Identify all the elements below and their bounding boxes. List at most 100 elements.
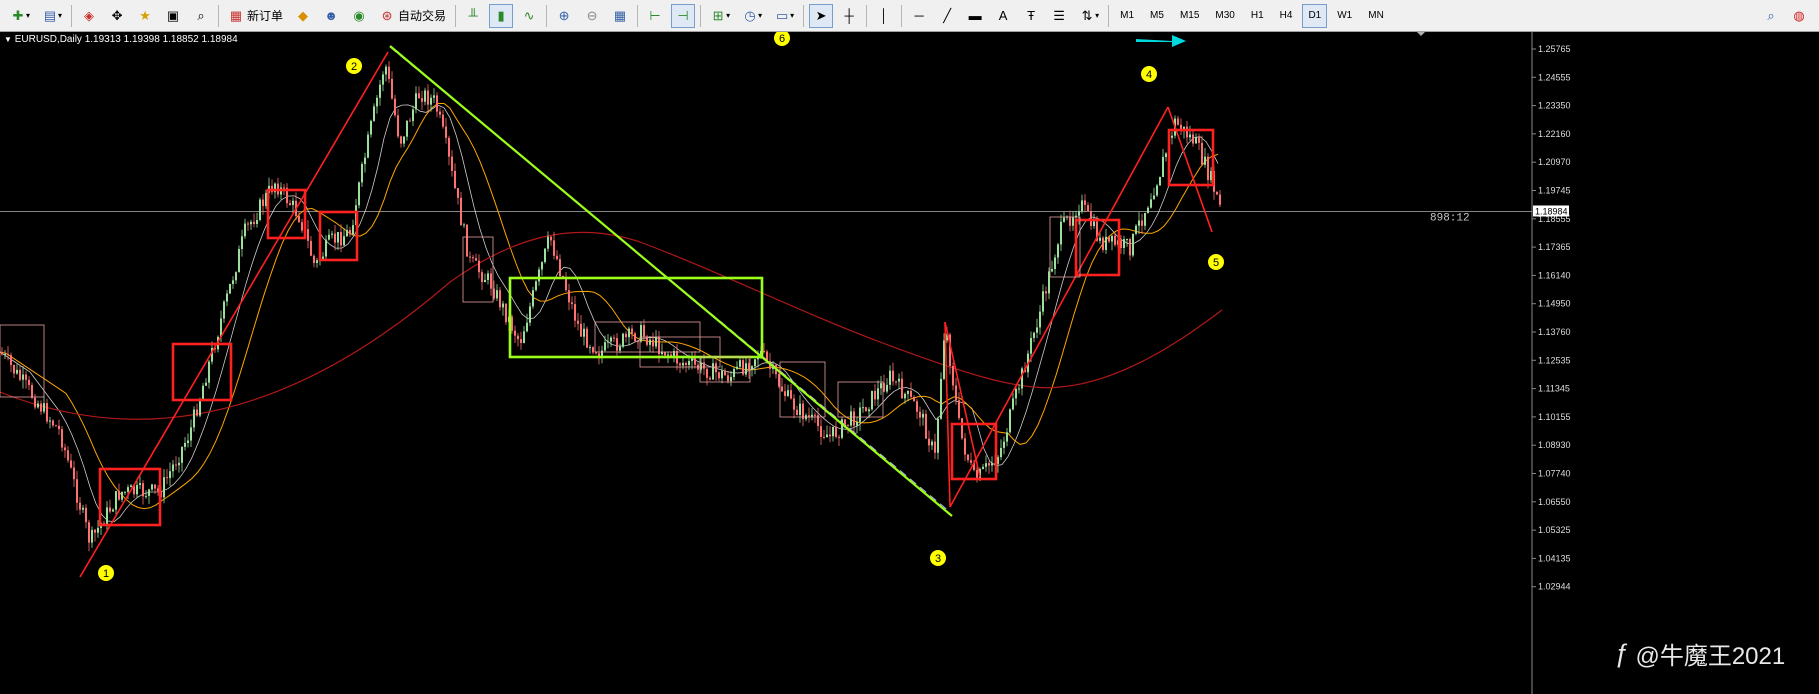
candle-body xyxy=(238,249,240,273)
chart-shift-button[interactable]: ⊣ xyxy=(671,3,696,28)
timeframe-h1[interactable]: H1 xyxy=(1245,4,1270,28)
watermark-text: @牛魔王2021 xyxy=(1635,643,1786,670)
candle-body xyxy=(346,230,348,237)
candle-body xyxy=(586,328,588,348)
crosshair-button[interactable]: ┼ xyxy=(837,4,861,28)
search-button[interactable]: ⌕ xyxy=(1759,4,1783,28)
candle-body xyxy=(283,187,285,189)
profiles-button[interactable]: ▤ ▾ xyxy=(38,4,66,28)
line-chart-button[interactable]: ∿ xyxy=(517,4,541,28)
candle-body xyxy=(334,233,336,243)
tile-windows-button[interactable]: ▦ xyxy=(608,4,632,28)
price-chart[interactable]: 1.25765 1.24555 1.23350 1.22160 1.20970 1.197… xyxy=(0,32,1819,694)
candle-body xyxy=(313,255,315,263)
signals-button[interactable]: ☻ xyxy=(319,4,343,28)
candle-body xyxy=(28,379,30,386)
timeframe-m15[interactable]: M15 xyxy=(1174,4,1205,28)
candle-body xyxy=(529,306,531,323)
auto-scroll-button[interactable]: ⊢ xyxy=(643,4,667,28)
candle-body xyxy=(1039,311,1041,328)
periods-button[interactable]: ◷ ▾ xyxy=(738,4,766,28)
timeframe-mn[interactable]: MN xyxy=(1362,4,1390,28)
price-tick-label: 1.06550 xyxy=(1538,497,1571,507)
candle-body xyxy=(124,491,126,493)
text-button[interactable]: A xyxy=(991,4,1015,28)
trendline-button[interactable]: ╱ xyxy=(935,4,959,28)
zoom-out-button[interactable]: ⊖ xyxy=(580,4,604,28)
collapse-arrow-icon[interactable]: ▼ xyxy=(4,35,12,44)
candle-body xyxy=(1015,388,1017,399)
candle-body xyxy=(232,280,234,284)
chart-canvas[interactable]: 1.25765 1.24555 1.23350 1.22160 1.20970 1.197… xyxy=(0,32,1819,694)
arrows-button[interactable]: ⇅ ▾ xyxy=(1075,4,1103,28)
new-chart-button[interactable]: ✚ ▾ xyxy=(6,4,34,28)
candle-body xyxy=(781,386,783,392)
market-watch-button[interactable]: ◈ xyxy=(77,4,101,28)
candle-body xyxy=(94,529,96,533)
candle-body xyxy=(379,84,381,98)
candle-body xyxy=(952,366,954,386)
terminal-button[interactable]: ▣ xyxy=(161,4,185,28)
candle-body xyxy=(631,328,633,334)
horizontal-line-button[interactable]: ─ xyxy=(907,4,931,28)
candle-body xyxy=(535,281,537,291)
candle-body xyxy=(1210,171,1212,181)
candle-body xyxy=(424,90,426,102)
candle-body xyxy=(46,403,48,422)
navigator-button[interactable]: ★ xyxy=(133,4,157,28)
zoom-in-button[interactable]: ⊕ xyxy=(552,4,576,28)
price-tick-label: 1.05325 xyxy=(1538,525,1571,535)
separator xyxy=(218,4,220,27)
candle-body xyxy=(541,262,543,270)
wave-marker-label: 4 xyxy=(1146,69,1152,81)
candle-body xyxy=(1114,235,1116,245)
candle-body xyxy=(607,341,609,343)
candle-body xyxy=(490,273,492,289)
strategy-tester-button[interactable]: ⌕ xyxy=(189,4,213,28)
price-tick-label: 1.20970 xyxy=(1538,157,1571,167)
vertical-line-button[interactable]: │ xyxy=(872,4,896,28)
indicators-button[interactable]: ⊞ ▾ xyxy=(706,4,734,28)
price-tick-label: 1.14950 xyxy=(1538,299,1571,309)
candle-body xyxy=(718,372,720,379)
candle-body xyxy=(256,220,258,224)
candle-body xyxy=(1120,240,1122,248)
candle-body xyxy=(430,97,432,105)
metaeditor-button[interactable]: ◆ xyxy=(291,4,315,28)
candle-body xyxy=(475,258,477,261)
candle-body xyxy=(928,438,930,446)
candle-body xyxy=(898,378,900,382)
timeframe-d1[interactable]: D1 xyxy=(1302,3,1328,28)
timeframe-w1[interactable]: W1 xyxy=(1331,4,1358,28)
timeframe-m30[interactable]: M30 xyxy=(1209,4,1240,28)
data-window-button[interactable]: ✥ xyxy=(105,4,129,28)
candle-body xyxy=(1198,137,1200,143)
candle-body xyxy=(58,425,60,430)
cursor-button[interactable]: ➤ xyxy=(809,3,834,28)
candle-body xyxy=(604,342,606,351)
candle-body xyxy=(1003,441,1005,448)
new-chart-icon: ✚ xyxy=(12,7,24,23)
community-button[interactable]: ◉ xyxy=(347,4,371,28)
candle-body xyxy=(397,115,399,137)
bar-chart-button[interactable]: ╨ xyxy=(461,4,485,28)
price-tick-label: 1.10155 xyxy=(1538,412,1571,422)
candle-body xyxy=(616,338,618,351)
templates-button[interactable]: ▭ ▾ xyxy=(770,4,798,28)
new-order-button[interactable]: ▦ 新订单 xyxy=(224,4,287,28)
text-label-button[interactable]: Ŧ xyxy=(1019,4,1043,28)
timeframe-m1[interactable]: M1 xyxy=(1114,4,1140,28)
auto-trading-button[interactable]: ⊛ 自动交易 xyxy=(375,4,450,28)
candle-body xyxy=(970,460,972,463)
candle-body xyxy=(289,203,291,205)
horizontal-line-icon: ─ xyxy=(914,7,924,23)
candle-body xyxy=(502,303,504,308)
candle-body xyxy=(580,323,582,337)
notifications-button[interactable]: ◍ xyxy=(1787,4,1811,28)
candlestick-button[interactable]: ▮ xyxy=(489,3,514,28)
fibonacci-button[interactable]: ☰ xyxy=(1047,4,1071,28)
channel-button[interactable]: ▬ xyxy=(963,4,987,28)
timeframe-h4[interactable]: H4 xyxy=(1274,4,1299,28)
timeframe-m5[interactable]: M5 xyxy=(1144,4,1170,28)
candle-body xyxy=(73,467,75,480)
